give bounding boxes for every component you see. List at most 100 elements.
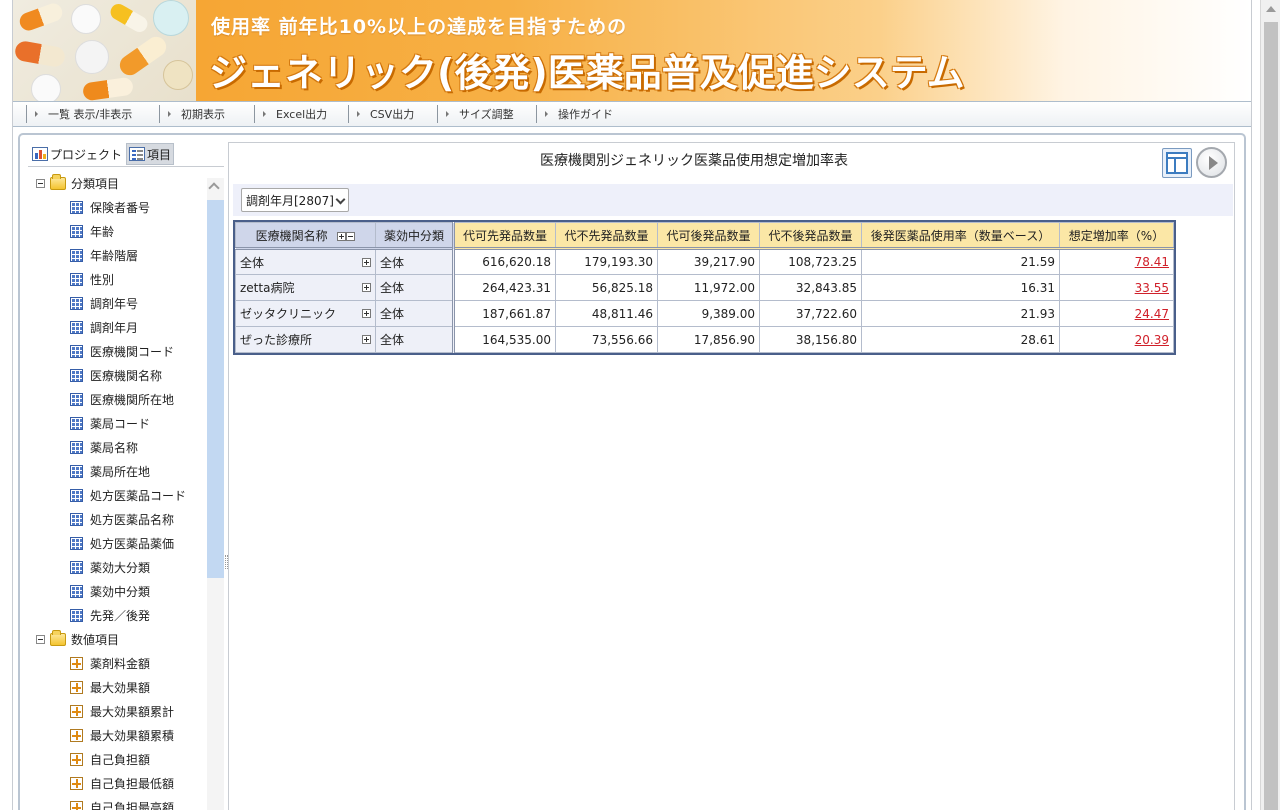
tree-scrollbar[interactable] — [207, 178, 224, 810]
caret-right-icon — [263, 111, 266, 117]
tree-item-label: 薬効大分類 — [90, 560, 151, 575]
field-grid-icon — [70, 440, 83, 454]
scroll-up-arrow-icon[interactable] — [1266, 6, 1276, 12]
rate-cell[interactable]: 20.39 — [1059, 326, 1174, 353]
rate-link[interactable]: 24.47 — [1135, 307, 1169, 321]
period-select[interactable]: 調剤年月[2807] — [241, 188, 349, 212]
rate-link[interactable]: 20.39 — [1135, 333, 1169, 347]
rate-cell[interactable]: 24.47 — [1059, 300, 1174, 327]
value-cell: 38,156.80 — [759, 326, 862, 353]
tree-item[interactable]: 医療機関所在地 — [70, 387, 174, 411]
chevron-down-icon — [335, 194, 346, 205]
resize-button[interactable]: サイズ調整 — [437, 105, 536, 123]
excel-export-button[interactable]: Excel出力 — [254, 105, 348, 123]
tree-item[interactable]: 自己負担最低額 — [70, 771, 174, 795]
collapse-icon[interactable] — [36, 634, 45, 644]
tree-item[interactable]: 年齢階層 — [70, 243, 138, 267]
value-cell: 32,843.85 — [759, 274, 862, 301]
rate-link[interactable]: 78.41 — [1135, 255, 1169, 269]
page-scrollbar[interactable] — [1260, 0, 1280, 810]
field-grid-icon — [70, 512, 83, 526]
reset-view-button[interactable]: 初期表示 — [159, 105, 254, 123]
layout-icon — [1166, 152, 1188, 174]
excel-export-label: Excel出力 — [276, 108, 328, 121]
tree-item[interactable]: 薬剤料金額 — [70, 651, 150, 675]
tree-item[interactable]: 年齢 — [70, 219, 114, 243]
expand-icon[interactable] — [362, 335, 371, 344]
col-header-facility[interactable]: 医療機関名称 — [235, 222, 376, 249]
tree-item[interactable]: 最大効果額累積 — [70, 723, 174, 747]
guide-button[interactable]: 操作ガイド — [536, 105, 646, 123]
field-grid-icon — [70, 248, 83, 262]
col-header-measure[interactable]: 想定増加率（%） — [1059, 222, 1174, 249]
tree-item[interactable]: 処方医薬品名称 — [70, 507, 174, 531]
col-header-measure[interactable]: 代可後発品数量 — [657, 222, 760, 249]
tree-item-label: 年齢 — [90, 224, 115, 239]
tree-item[interactable]: 薬効中分類 — [70, 579, 150, 603]
tree-item[interactable]: 医療機関名称 — [70, 363, 162, 387]
tree-item-label: 医療機関コード — [90, 344, 175, 359]
tree-item-label: 処方医薬品名称 — [90, 512, 175, 527]
tab-items[interactable]: 項目 — [126, 143, 175, 165]
collapse-icon[interactable] — [36, 178, 45, 188]
value-cell: 28.61 — [861, 326, 1060, 353]
rate-cell[interactable]: 33.55 — [1059, 274, 1174, 301]
tree-item-label: 最大効果額累計 — [90, 704, 175, 719]
tree-item[interactable]: 性別 — [70, 267, 114, 291]
col-header-label: 代可後発品数量 — [666, 228, 751, 243]
tree-item[interactable]: 自己負担額 — [70, 747, 150, 771]
facility-cell[interactable]: ぜった診療所 — [235, 326, 376, 353]
tree-item[interactable]: 保険者番号 — [70, 195, 150, 219]
col-header-measure[interactable]: 代不後発品数量 — [759, 222, 862, 249]
col-header-measure[interactable]: 後発医薬品使用率（数量ベース） — [861, 222, 1060, 249]
tree-scrollbar-thumb[interactable] — [207, 200, 224, 578]
tree-item[interactable]: 医療機関コード — [70, 339, 174, 363]
field-grid-icon — [70, 608, 83, 622]
layout-toggle-button[interactable] — [1162, 148, 1192, 178]
tree-item[interactable]: 薬効大分類 — [70, 555, 150, 579]
tree-item[interactable]: 先発／後発 — [70, 603, 150, 627]
next-arrow-button[interactable] — [1196, 147, 1227, 178]
csv-export-button[interactable]: CSV出力 — [348, 105, 437, 123]
table-row: zetta病院 全体 264,423.31 56,825.18 11,972.0… — [235, 274, 1174, 301]
tree-item-label: 処方医薬品コード — [90, 488, 187, 503]
facility-cell[interactable]: 全体 — [235, 248, 376, 275]
tree-group-classification[interactable]: 分類項目 — [36, 171, 119, 195]
expand-icon[interactable] — [362, 309, 371, 318]
tree-item[interactable]: 最大効果額 — [70, 675, 150, 699]
col-header-label: 後発医薬品使用率（数量ベース） — [870, 228, 1051, 243]
collapse-all-icon[interactable] — [346, 231, 356, 241]
value-cell: 73,556.66 — [555, 326, 658, 353]
toggle-list-button[interactable]: 一覧 表示/非表示 — [26, 105, 159, 123]
value-cell: 9,389.00 — [657, 300, 760, 327]
tree-item[interactable]: 薬局コード — [70, 411, 150, 435]
tree-item[interactable]: 最大効果額累計 — [70, 699, 174, 723]
expand-icon[interactable] — [362, 257, 371, 267]
facility-cell[interactable]: zetta病院 — [235, 274, 376, 301]
scroll-up-chevron-icon[interactable] — [208, 182, 220, 194]
col-header-measure[interactable]: 代可先発品数量 — [452, 222, 556, 249]
field-grid-icon — [70, 536, 83, 550]
page-scrollbar-thumb[interactable] — [1264, 22, 1278, 810]
rate-cell[interactable]: 78.41 — [1059, 248, 1174, 275]
tree-item[interactable]: 調剤年月 — [70, 315, 138, 339]
facility-name: zetta病院 — [240, 281, 295, 295]
tab-project[interactable]: プロジェクト — [30, 143, 124, 165]
tree-item[interactable]: 処方医薬品薬価 — [70, 531, 174, 555]
col-header-category[interactable]: 薬効中分類 — [375, 222, 454, 249]
tree-item[interactable]: 処方医薬品コード — [70, 483, 186, 507]
table-row: ぜった診療所 全体 164,535.00 73,556.66 17,856.90… — [235, 326, 1174, 353]
facility-cell[interactable]: ゼッタクリニック — [235, 300, 376, 327]
tree-item[interactable]: 自己負担最高額 — [70, 795, 174, 810]
tree-item[interactable]: 調剤年号 — [70, 291, 138, 315]
tree-item[interactable]: 薬局所在地 — [70, 459, 150, 483]
numeric-field-icon — [70, 728, 83, 742]
expand-all-icon[interactable] — [337, 231, 347, 241]
col-header-measure[interactable]: 代不先発品数量 — [555, 222, 658, 249]
banner-title: ジェネリック(後発)医薬品普及促進システム — [209, 51, 965, 95]
rate-link[interactable]: 33.55 — [1135, 281, 1169, 295]
toggle-list-label: 一覧 表示/非表示 — [48, 108, 133, 121]
tree-item[interactable]: 薬局名称 — [70, 435, 138, 459]
tree-group-numeric[interactable]: 数値項目 — [36, 627, 119, 651]
expand-icon[interactable] — [362, 283, 371, 292]
